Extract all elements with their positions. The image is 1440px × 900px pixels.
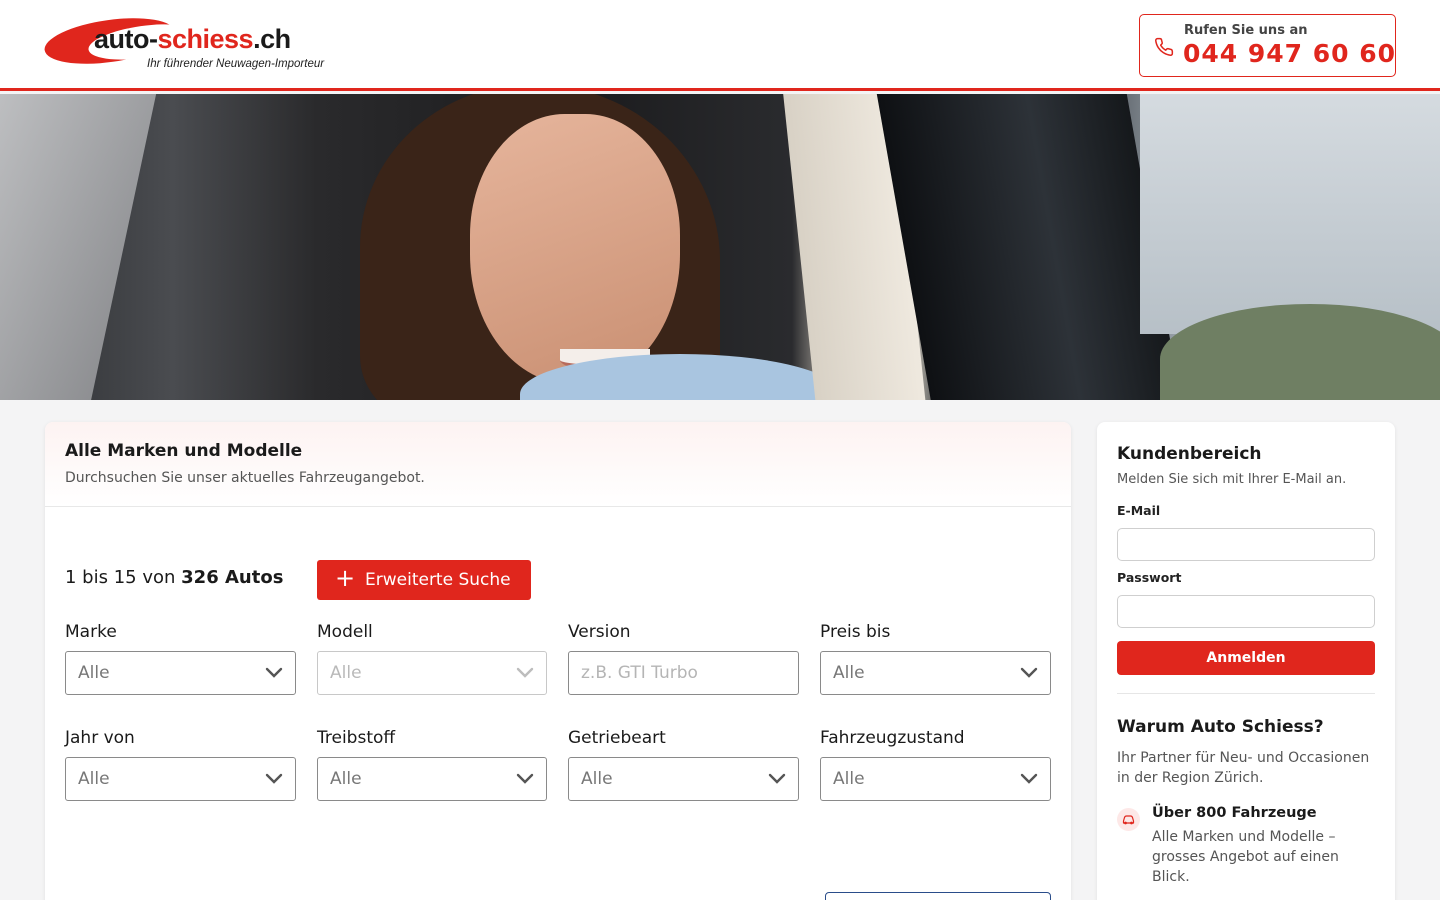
preis-bis-select[interactable]: Alle	[820, 651, 1051, 695]
chevron-down-icon	[265, 667, 283, 678]
password-field[interactable]	[1117, 595, 1375, 628]
search-submit-button[interactable]	[825, 892, 1051, 900]
hero-image	[0, 94, 1440, 400]
marke-label: Marke	[65, 622, 117, 642]
site-header: auto-schiess.ch Ihr führender Neuwagen-I…	[0, 0, 1440, 91]
modell-label: Modell	[317, 622, 373, 642]
chevron-down-icon	[516, 667, 534, 678]
version-input[interactable]: z.B. GTI Turbo	[568, 651, 799, 695]
customer-title: Kundenbereich	[1117, 444, 1262, 464]
result-count: 1 bis 15 von 326 Autos	[65, 567, 284, 588]
treibstoff-label: Treibstoff	[317, 728, 396, 748]
jahr-von-select[interactable]: Alle	[65, 757, 296, 801]
marke-select[interactable]: Alle	[65, 651, 296, 695]
preis-bis-label: Preis bis	[820, 622, 891, 642]
search-title: Alle Marken und Modelle	[65, 441, 303, 461]
treibstoff-select[interactable]: Alle	[317, 757, 547, 801]
login-button[interactable]: Anmelden	[1117, 641, 1375, 675]
email-label: E-Mail	[1117, 503, 1161, 518]
password-label: Passwort	[1117, 570, 1182, 585]
fahrzeugzustand-label: Fahrzeugzustand	[820, 728, 965, 748]
advanced-search-button[interactable]: + Erweiterte Suche	[317, 560, 531, 600]
phone-icon	[1155, 37, 1174, 56]
feature-title: Über 800 Fahrzeuge	[1152, 805, 1317, 821]
modell-select[interactable]: Alle	[317, 651, 547, 695]
chevron-down-icon	[265, 773, 283, 784]
chevron-down-icon	[1020, 667, 1038, 678]
logo[interactable]: auto-schiess.ch Ihr führender Neuwagen-I…	[41, 11, 334, 74]
version-label: Version	[568, 622, 631, 642]
customer-panel: Kundenbereich Melden Sie sich mit Ihrer …	[1097, 422, 1395, 900]
call-number: 044 947 60 60	[1183, 39, 1397, 68]
search-subtitle: Durchsuchen Sie unser aktuelles Fahrzeug…	[65, 470, 425, 486]
fahrzeugzustand-select[interactable]: Alle	[820, 757, 1051, 801]
jahr-von-label: Jahr von	[65, 728, 135, 748]
car-icon	[1117, 808, 1140, 831]
search-card-header: Alle Marken und Modelle Durchsuchen Sie …	[45, 422, 1071, 507]
why-text: Ihr Partner für Neu- und Occasionen in d…	[1117, 750, 1370, 786]
feature-text: Alle Marken und Modelle – grosses Angebo…	[1152, 829, 1339, 885]
search-card: Alle Marken und Modelle Durchsuchen Sie …	[45, 422, 1071, 900]
getriebeart-select[interactable]: Alle	[568, 757, 799, 801]
plus-icon: +	[335, 564, 356, 592]
call-button[interactable]: Rufen Sie uns an 044 947 60 60	[1139, 14, 1396, 77]
why-title: Warum Auto Schiess?	[1117, 717, 1324, 737]
chevron-down-icon	[768, 773, 786, 784]
email-field[interactable]	[1117, 528, 1375, 561]
divider	[1117, 693, 1375, 694]
call-label: Rufen Sie uns an	[1184, 23, 1308, 38]
logo-tagline: Ihr führender Neuwagen-Importeur	[147, 58, 325, 70]
customer-subtitle: Melden Sie sich mit Ihrer E-Mail an.	[1117, 472, 1347, 487]
logo-wordmark: auto-schiess.ch	[94, 24, 291, 54]
getriebeart-label: Getriebeart	[568, 728, 666, 748]
chevron-down-icon	[516, 773, 534, 784]
chevron-down-icon	[1020, 773, 1038, 784]
